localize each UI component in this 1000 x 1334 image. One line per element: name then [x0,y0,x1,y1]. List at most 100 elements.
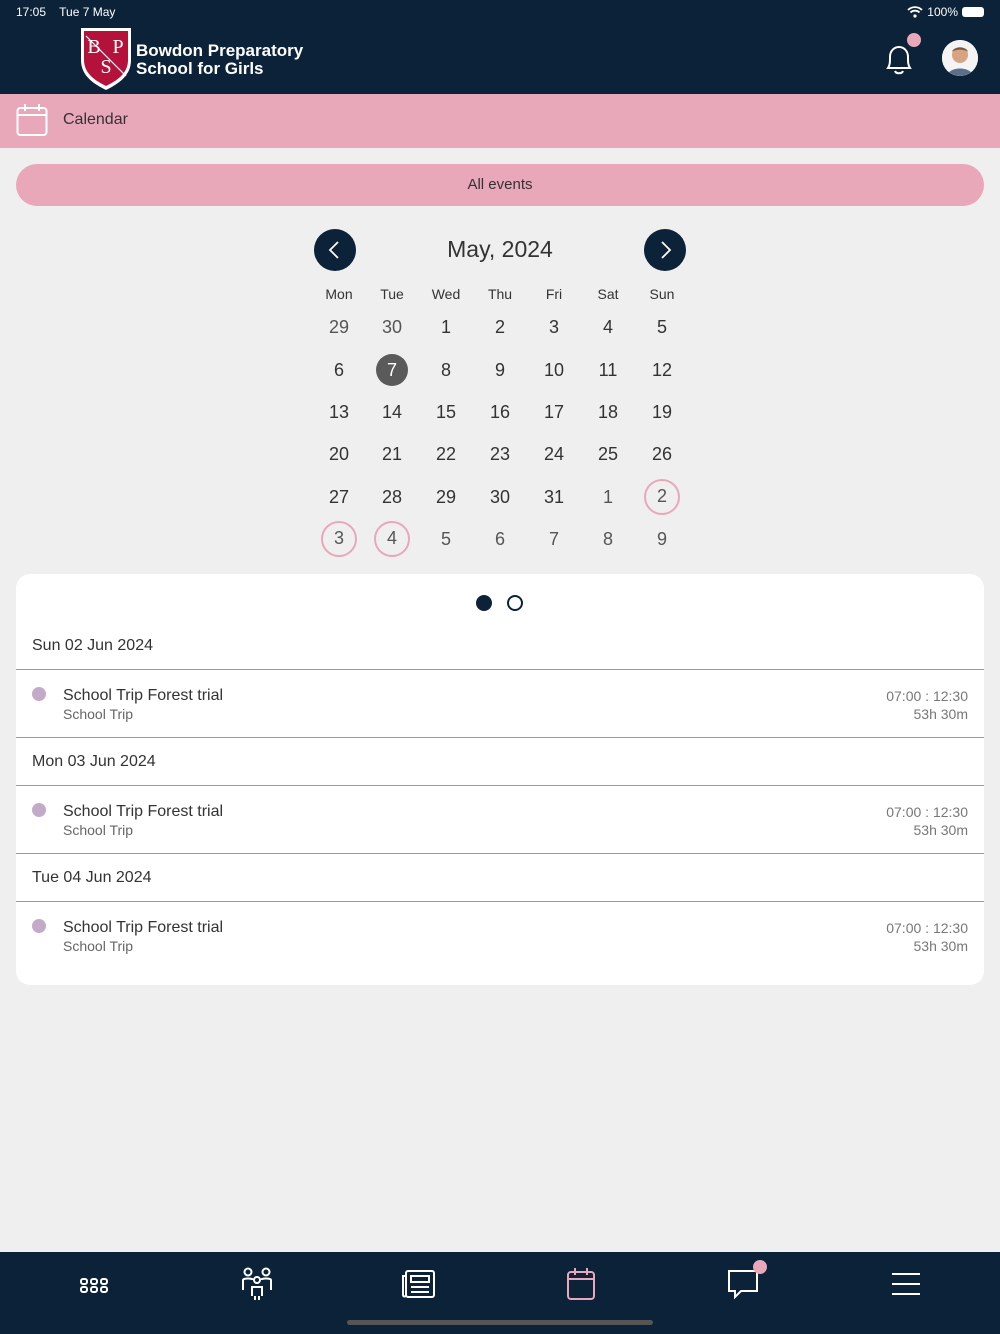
calendar-day[interactable]: 6 [482,521,518,557]
calendar-day[interactable]: 17 [536,394,572,430]
calendar-day[interactable]: 1 [590,479,626,515]
calendar-day[interactable]: 20 [321,436,357,472]
calendar-day[interactable]: 7 [536,521,572,557]
chat-badge [753,1260,767,1274]
event-start: 07:00 [886,804,922,820]
app-header: 17:05 Tue 7 May 100% B P S Bowdon Prepar… [0,0,1000,94]
event-duration: 53h 30m [913,706,968,722]
calendar-day[interactable]: 8 [428,352,464,388]
people-icon[interactable] [237,1266,277,1302]
event-color-dot [32,803,46,817]
weekday-label: Wed [431,286,461,302]
event-title: School Trip Forest trial [63,919,224,936]
calendar-day-with-event[interactable]: 2 [644,479,680,515]
month-title: May, 2024 [447,236,553,262]
calendar-day[interactable]: 31 [536,479,572,515]
calendar-day[interactable]: 16 [482,394,518,430]
calendar-day[interactable]: 23 [482,436,518,472]
calendar-day[interactable]: 12 [644,352,680,388]
event-start: 07:00 [886,920,922,936]
events-list-card: Sun 02 Jun 2024 School Trip Forest trial… [16,574,984,985]
status-bar-left: 17:05 Tue 7 May [16,5,125,19]
svg-text:P: P [112,36,123,58]
event-duration: 53h 30m [913,822,968,838]
event-title: School Trip Forest trial [63,687,224,704]
next-month-button[interactable] [644,229,686,271]
event-date-header: Sun 02 Jun 2024 [16,622,984,670]
calendar-day[interactable]: 11 [590,352,626,388]
status-date: Tue 7 May [59,5,116,19]
status-time: 17:05 [16,5,47,19]
event-duration: 53h 30m [913,938,968,954]
notification-badge [907,33,921,47]
calendar-icon[interactable] [561,1266,601,1302]
event-category: School Trip [63,822,134,838]
calendar-day[interactable]: 8 [590,521,626,557]
event-start: 07:00 [886,688,922,704]
calendar-day-with-event[interactable]: 3 [321,521,357,557]
pager-dot[interactable] [507,595,523,611]
calendar-day[interactable]: 4 [590,309,626,345]
event-category: School Trip [63,706,134,722]
calendar-day[interactable]: 22 [428,436,464,472]
event-date-label: Tue 04 Jun 2024 [32,869,152,886]
calendar-day[interactable]: 3 [536,309,572,345]
calendar-day[interactable]: 25 [590,436,626,472]
calendar-day[interactable]: 29 [428,479,464,515]
calendar-icon [16,104,48,136]
event-date-header: Tue 04 Jun 2024 [16,854,984,902]
calendar-day[interactable]: 6 [321,352,357,388]
school-name-line1: Bowdon Preparatory [136,41,304,60]
apps-grid-icon[interactable] [74,1266,114,1302]
wifi-icon [907,6,923,18]
school-crest-logo[interactable]: B P S [78,26,134,92]
avatar-photo-icon [942,40,978,76]
previous-month-button[interactable] [314,229,356,271]
calendar-day[interactable]: 2 [482,309,518,345]
weekday-label: Thu [487,286,513,302]
calendar-day[interactable]: 27 [321,479,357,515]
weekday-label: Mon [325,286,353,302]
menu-icon[interactable] [886,1266,926,1302]
calendar-day[interactable]: 21 [374,436,410,472]
event-end: 12:30 [932,804,968,820]
event-color-dot [32,919,46,933]
event-date-label: Sun 02 Jun 2024 [32,637,153,654]
event-date-label: Mon 03 Jun 2024 [32,753,156,770]
pager-dot-active[interactable] [476,595,492,611]
event-item[interactable]: School Trip Forest trial School Trip 07:… [16,787,984,855]
user-avatar[interactable] [942,40,978,76]
event-title: School Trip Forest trial [63,803,224,820]
calendar-day[interactable]: 28 [374,479,410,515]
calendar-day[interactable]: 13 [321,394,357,430]
calendar-day-with-event[interactable]: 4 [374,521,410,557]
section-title: Calendar [63,111,128,128]
all-events-filter-button[interactable]: All events [16,164,984,206]
calendar-day[interactable]: 19 [644,394,680,430]
chevron-right-icon [661,241,672,259]
calendar-day[interactable]: 9 [482,352,518,388]
status-bar-right: 100% [907,5,984,19]
calendar-day[interactable]: 15 [428,394,464,430]
calendar-day[interactable]: 30 [374,309,410,345]
event-item[interactable]: School Trip Forest trial School Trip 07:… [16,671,984,739]
home-indicator [347,1320,653,1325]
calendar-day[interactable]: 1 [428,309,464,345]
calendar-day[interactable]: 29 [321,309,357,345]
event-item[interactable]: School Trip Forest trial School Trip 07:… [16,903,984,971]
calendar-day[interactable]: 26 [644,436,680,472]
calendar-day[interactable]: 24 [536,436,572,472]
weekday-label: Fri [545,286,563,302]
calendar-day[interactable]: 5 [644,309,680,345]
calendar-day[interactable]: 9 [644,521,680,557]
calendar-day[interactable]: 30 [482,479,518,515]
news-icon[interactable] [399,1266,439,1302]
calendar-day-today[interactable]: 7 [376,354,408,386]
calendar-day[interactable]: 5 [428,521,464,557]
calendar-day[interactable]: 10 [536,352,572,388]
event-time: 07:00 : 12:30 [886,688,968,704]
chevron-left-icon [328,241,339,259]
calendar-day[interactable]: 14 [374,394,410,430]
battery-icon [962,7,984,17]
calendar-day[interactable]: 18 [590,394,626,430]
